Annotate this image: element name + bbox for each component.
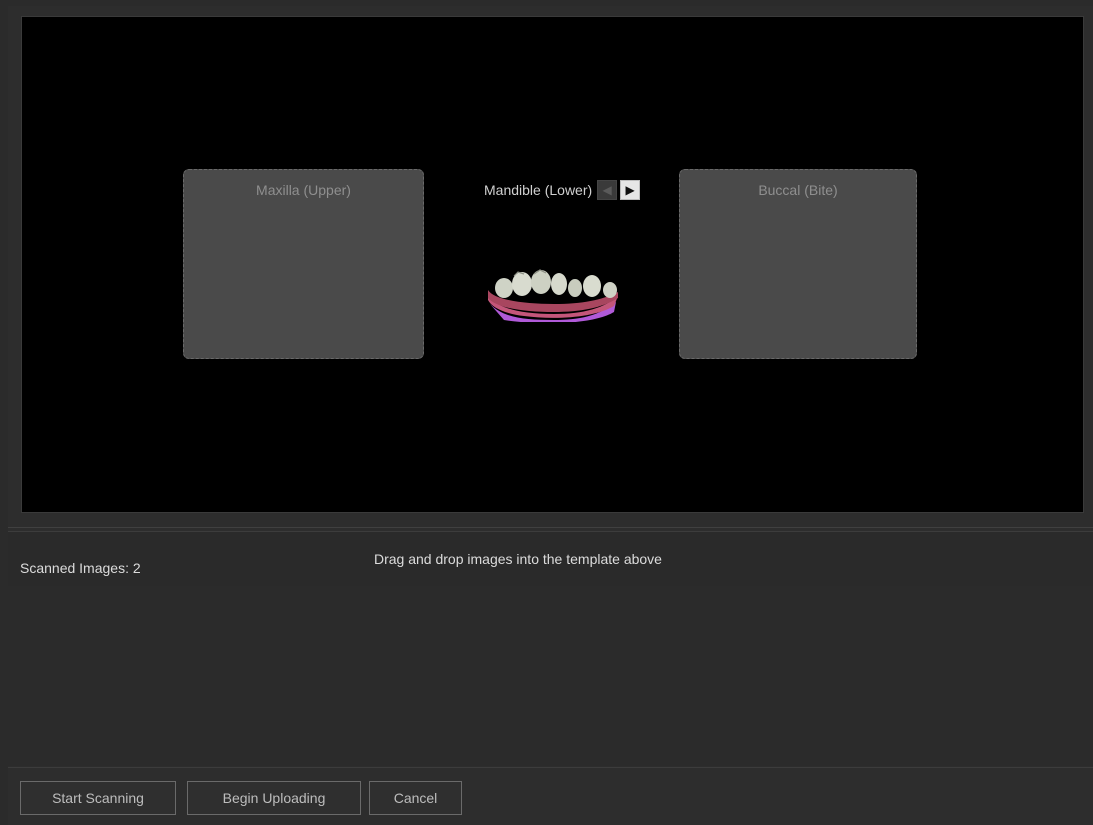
divider xyxy=(8,527,1093,528)
drag-drop-hint: Drag and drop images into the template a… xyxy=(374,551,662,567)
next-image-button[interactable]: ▶ xyxy=(620,180,641,200)
previous-image-button[interactable]: ◀ xyxy=(597,180,618,200)
buccal-slot-label: Buccal (Bite) xyxy=(758,182,838,198)
status-bar: Scanned Images: 2 Drag and drop images i… xyxy=(8,531,1093,587)
buccal-drop-slot[interactable]: Buccal (Bite) xyxy=(679,169,917,359)
mandible-slot-label: Mandible (Lower) xyxy=(484,182,593,198)
scanned-images-list[interactable] xyxy=(8,586,1093,766)
button-bar: Start Scanning Begin Uploading Cancel xyxy=(8,767,1093,825)
maxilla-slot-label: Maxilla (Upper) xyxy=(256,182,351,198)
left-triangle-icon: ◀ xyxy=(602,183,612,197)
mandible-scan-thumbnail[interactable] xyxy=(484,262,624,322)
right-triangle-icon: ▶ xyxy=(625,183,635,197)
template-area: Maxilla (Upper) Mandible (Lower) ◀ ▶ Buc… xyxy=(21,16,1084,513)
mandible-header: Mandible (Lower) ◀ ▶ xyxy=(484,179,641,201)
cancel-button[interactable]: Cancel xyxy=(369,781,462,815)
begin-uploading-button[interactable]: Begin Uploading xyxy=(187,781,361,815)
maxilla-drop-slot[interactable]: Maxilla (Upper) xyxy=(183,169,424,359)
start-scanning-button[interactable]: Start Scanning xyxy=(20,781,176,815)
scanned-images-count: Scanned Images: 2 xyxy=(20,560,141,576)
